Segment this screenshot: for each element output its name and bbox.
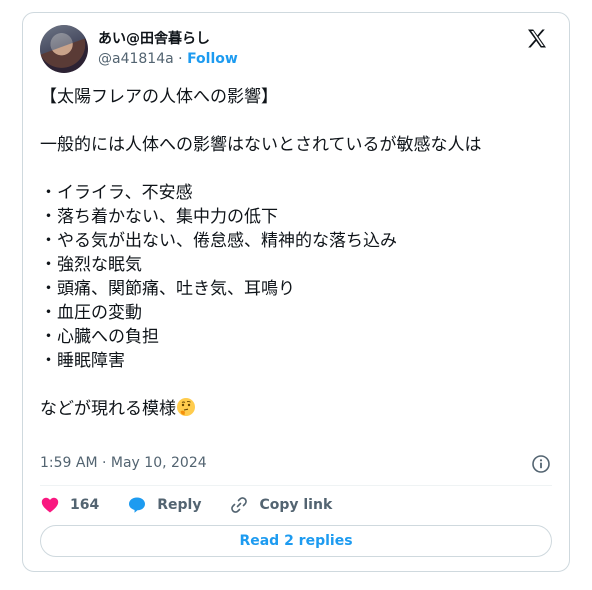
info-icon[interactable] — [531, 454, 551, 474]
read-replies-button[interactable]: Read 2 replies — [40, 525, 552, 557]
author-name[interactable]: あい@田舎暮らし — [98, 28, 210, 48]
reply-label: Reply — [157, 497, 202, 513]
reply-bubble-icon — [129, 497, 146, 513]
divider — [40, 485, 552, 486]
like-button[interactable]: 164 — [40, 495, 99, 515]
thinking-face-icon — [177, 398, 195, 416]
handle-row: @a41814a · Follow — [98, 51, 238, 67]
heart-icon — [41, 497, 59, 513]
x-logo-icon[interactable] — [525, 27, 549, 51]
copy-link-label: Copy link — [259, 497, 333, 513]
link-icon — [231, 497, 248, 513]
avatar[interactable] — [40, 25, 88, 73]
author-handle[interactable]: @a41814a — [98, 51, 174, 67]
reply-button[interactable]: Reply — [127, 495, 201, 515]
copy-link-button[interactable]: Copy link — [229, 495, 332, 515]
timestamp[interactable]: 1:59 AM · May 10, 2024 — [40, 455, 207, 471]
tweet-text: 【太陽フレアの人体への影響】 一般的には人体への影響はないとされているが敏感な人… — [40, 85, 552, 421]
follow-button[interactable]: Follow — [187, 51, 238, 67]
tweet-body: 【太陽フレアの人体への影響】 一般的には人体への影響はないとされているが敏感な人… — [40, 87, 482, 419]
tweet-card: あい@田舎暮らし @a41814a · Follow 【太陽フレアの人体への影響… — [22, 12, 570, 572]
separator: · — [173, 51, 188, 67]
like-count: 164 — [70, 497, 100, 513]
avatar-image — [40, 25, 88, 73]
action-bar: 164 Reply Copy link — [40, 493, 360, 517]
